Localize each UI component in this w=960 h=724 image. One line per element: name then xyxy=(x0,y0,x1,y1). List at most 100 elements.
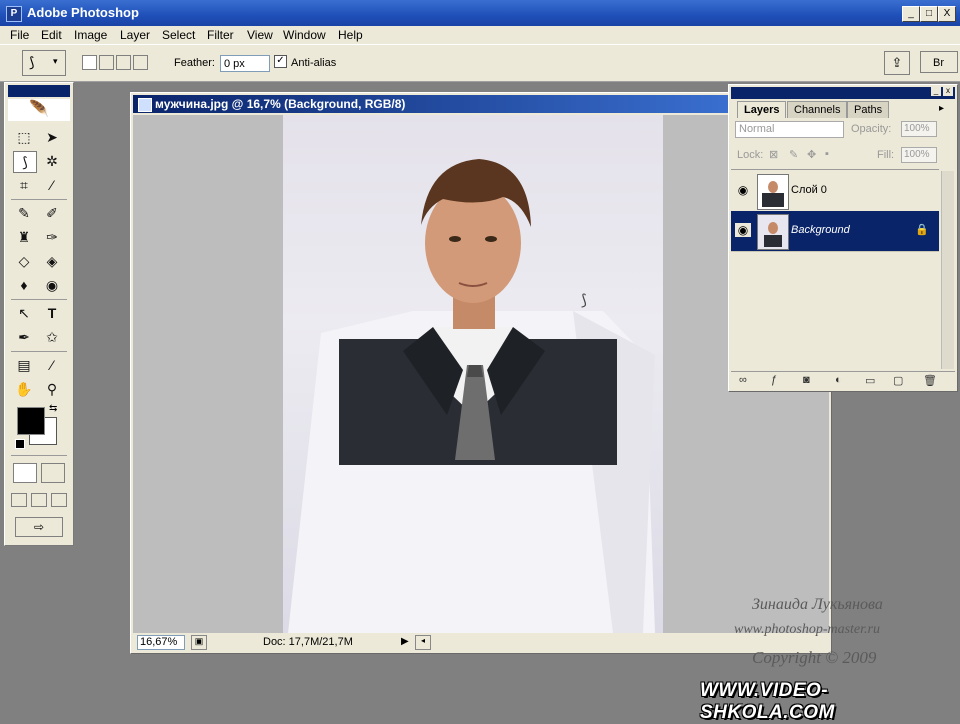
file-browser-tab[interactable]: Br xyxy=(920,51,958,73)
layer-row-sloi0[interactable]: ◉ Слой 0 xyxy=(731,171,939,212)
status-arrow-icon[interactable]: ▶ xyxy=(401,636,409,647)
visibility-eye-icon[interactable]: ◉ xyxy=(735,183,751,197)
crop-tool-icon[interactable]: ⌗ xyxy=(13,175,35,195)
tab-layers[interactable]: Layers xyxy=(737,101,787,118)
healing-brush-icon[interactable]: ✎ xyxy=(13,203,35,223)
layer-name: Слой 0 xyxy=(791,184,827,196)
menu-bar: File Edit Image Layer Select Filter View… xyxy=(0,26,960,44)
document-window: мужчина.jpg @ 16,7% (Background, RGB/8) … xyxy=(130,92,832,654)
lock-image-icon[interactable]: ✎ xyxy=(789,148,798,161)
delete-layer-icon[interactable]: 🗑 xyxy=(923,374,937,387)
magic-wand-icon[interactable]: ✲ xyxy=(41,151,63,171)
standard-screen-icon[interactable] xyxy=(11,493,27,507)
menu-view[interactable]: View xyxy=(247,28,273,42)
subtract-from-selection-icon[interactable] xyxy=(116,55,131,70)
path-selection-icon[interactable]: ↖ xyxy=(13,303,35,323)
link-layers-icon[interactable]: ∞ xyxy=(739,374,747,386)
layer-lock-icon: 🔒 xyxy=(915,224,929,236)
full-screen-icon[interactable] xyxy=(51,493,67,507)
options-bar: ⟆ ▾ Feather: ✓ Anti-alias ⇪ Br xyxy=(0,44,960,82)
blend-mode-select[interactable]: Normal xyxy=(735,121,844,138)
hand-tool-icon[interactable]: ✋ xyxy=(13,379,35,399)
visibility-eye-icon[interactable]: ◉ xyxy=(735,223,751,237)
watermark-brand: WWW.VIDEO-SHKOLA.COM xyxy=(700,680,835,723)
app-title: Adobe Photoshop xyxy=(27,5,139,20)
fill-field[interactable]: 100% xyxy=(901,147,937,163)
feather-input[interactable] xyxy=(220,55,270,72)
palette-well-icon[interactable]: ⇪ xyxy=(884,51,910,75)
move-tool-icon[interactable]: ➤ xyxy=(41,127,63,147)
swap-colors-icon[interactable]: ⇆ xyxy=(49,403,57,414)
new-group-icon[interactable]: ▭ xyxy=(865,374,875,387)
custom-shape-icon[interactable]: ✩ xyxy=(41,327,63,347)
panel-minimize-icon[interactable]: _ xyxy=(931,86,941,96)
menu-image[interactable]: Image xyxy=(74,28,107,42)
full-screen-menu-icon[interactable] xyxy=(31,493,47,507)
menu-edit[interactable]: Edit xyxy=(41,28,62,42)
intersect-selection-icon[interactable] xyxy=(133,55,148,70)
layer-style-icon[interactable]: ƒ xyxy=(771,374,777,386)
foreground-color-swatch[interactable] xyxy=(17,407,45,435)
type-tool-icon[interactable]: T xyxy=(41,303,63,323)
lock-transparency-icon[interactable]: ⊠ xyxy=(769,148,778,161)
menu-window[interactable]: Window xyxy=(283,28,326,42)
document-icon xyxy=(138,98,152,112)
eraser-tool-icon[interactable]: ◇ xyxy=(13,251,35,271)
notes-tool-icon[interactable]: ▤ xyxy=(13,355,35,375)
layer-thumbnail xyxy=(757,214,789,250)
lock-position-icon[interactable]: ✥ xyxy=(807,148,816,161)
opacity-field[interactable]: 100% xyxy=(901,121,937,137)
panel-menu-icon[interactable]: ▸ xyxy=(939,103,944,114)
menu-layer[interactable]: Layer xyxy=(120,28,150,42)
canvas-area[interactable]: ⟆ xyxy=(133,115,829,633)
photo-canvas[interactable]: ⟆ xyxy=(283,115,663,633)
dodge-tool-icon[interactable]: ◉ xyxy=(41,275,63,295)
lasso-cursor-icon: ⟆ xyxy=(581,292,587,309)
document-title: мужчина.jpg @ 16,7% (Background, RGB/8) xyxy=(155,97,406,111)
lock-all-icon[interactable]: ▪ xyxy=(825,148,829,160)
new-selection-icon[interactable] xyxy=(82,55,97,70)
maximize-button[interactable]: □ xyxy=(920,6,938,22)
menu-file[interactable]: File xyxy=(10,28,29,42)
zoom-level-field[interactable]: 16,67% xyxy=(137,635,185,650)
status-menu-icon[interactable]: ▣ xyxy=(191,635,207,650)
panel-close-icon[interactable]: x xyxy=(943,86,953,96)
layers-panel-header xyxy=(731,87,955,99)
quick-mask-icon[interactable] xyxy=(41,463,65,483)
polygonal-lasso-icon: ⟆ xyxy=(29,54,35,70)
menu-select[interactable]: Select xyxy=(162,28,195,42)
marquee-tool-icon[interactable]: ⬚ xyxy=(13,127,35,147)
history-brush-icon[interactable]: ✑ xyxy=(41,227,63,247)
eyedropper-icon[interactable]: ⁄ xyxy=(41,355,63,375)
paint-bucket-icon[interactable]: ◈ xyxy=(41,251,63,271)
default-colors-icon[interactable] xyxy=(15,439,25,449)
layers-scrollbar[interactable] xyxy=(941,171,954,369)
anti-alias-checkbox[interactable]: ✓ xyxy=(274,55,287,68)
toolbox: 🪶 ⬚ ➤ ⟆ ✲ ⌗ ⁄ ✎ ✐ ♜ ✑ ◇ ◈ ♦ ◉ ↖ T ✒ ✩ ▤ … xyxy=(4,82,74,546)
minimize-button[interactable]: _ xyxy=(902,6,920,22)
layer-mask-icon[interactable]: ◙ xyxy=(803,374,810,386)
watermark-site: www.photoshop-master.ru xyxy=(734,622,880,637)
close-button[interactable]: X xyxy=(938,6,956,22)
layer-row-background[interactable]: ◉ Background 🔒 xyxy=(731,211,939,252)
layer-name: Background xyxy=(791,224,850,236)
blur-tool-icon[interactable]: ♦ xyxy=(13,275,35,295)
add-to-selection-icon[interactable] xyxy=(99,55,114,70)
scroll-left-icon[interactable]: ◂ xyxy=(415,635,431,650)
adjustment-layer-icon[interactable]: ◐ xyxy=(835,374,842,386)
brush-tool-icon[interactable]: ✐ xyxy=(41,203,63,223)
menu-filter[interactable]: Filter xyxy=(207,28,234,42)
slice-tool-icon[interactable]: ⁄ xyxy=(41,175,63,195)
feather-label: Feather: xyxy=(174,57,215,69)
jump-to-imageready-icon[interactable]: ⇨ xyxy=(15,517,63,537)
pen-tool-icon[interactable]: ✒ xyxy=(13,327,35,347)
menu-help[interactable]: Help xyxy=(338,28,363,42)
clone-stamp-icon[interactable]: ♜ xyxy=(13,227,35,247)
new-layer-icon[interactable]: ▢ xyxy=(893,374,903,387)
tab-channels[interactable]: Channels xyxy=(787,101,848,118)
zoom-tool-icon[interactable]: ⚲ xyxy=(41,379,63,399)
tool-preset-picker[interactable]: ⟆ ▾ xyxy=(22,50,66,76)
standard-mode-icon[interactable] xyxy=(13,463,37,483)
tab-paths[interactable]: Paths xyxy=(847,101,890,118)
lasso-tool-icon[interactable]: ⟆ xyxy=(13,151,37,173)
